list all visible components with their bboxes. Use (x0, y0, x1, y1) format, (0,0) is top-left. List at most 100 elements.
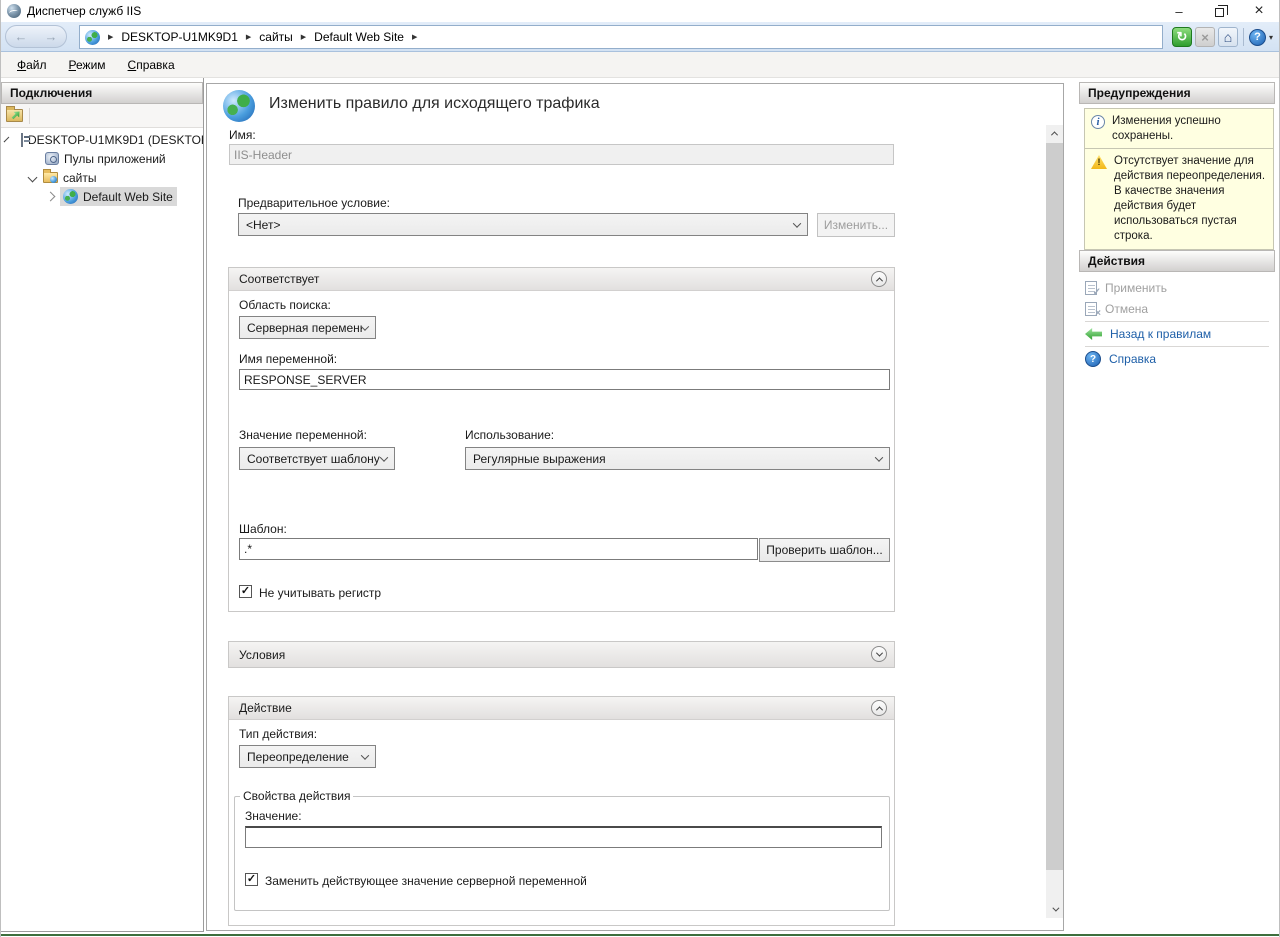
refresh-button[interactable]: ↻ (1172, 27, 1192, 47)
menu-help[interactable]: Справка (120, 55, 183, 75)
breadcrumb-default-web-site[interactable]: Default Web Site (314, 30, 404, 44)
chevron-down-icon (875, 453, 883, 461)
test-pattern-button[interactable]: Проверить шаблон... (759, 538, 890, 562)
toolbar-separator (1243, 28, 1244, 46)
scrollbar-thumb[interactable] (1046, 143, 1063, 870)
menu-view[interactable]: Режим (61, 55, 114, 75)
pattern-field[interactable] (239, 538, 758, 560)
scroll-down-button[interactable] (1046, 901, 1063, 918)
breadcrumb-arrow-icon: ▶ (246, 33, 251, 41)
tree-row-server[interactable]: DESKTOP-U1MK9D1 (DESKTOP (1, 130, 203, 149)
apply-action: ✓ Применить (1085, 278, 1275, 298)
help-action[interactable]: ? Справка (1085, 349, 1275, 369)
connections-panel: Подключения DESKTOP-U1MK9D1 (DESKTOP Пул… (1, 78, 204, 932)
variable-name-label: Имя переменной: (239, 352, 337, 366)
help-button[interactable]: ? (1249, 29, 1266, 46)
replace-value-checkbox[interactable]: ✓ (245, 873, 258, 886)
cancel-icon: × (1085, 302, 1097, 316)
back-to-rules-action[interactable]: Назад к правилам (1085, 324, 1275, 344)
tree-row-sites[interactable]: сайты (1, 168, 203, 187)
edit-precondition-button: Изменить... (817, 213, 895, 237)
address-bar[interactable]: ▶ DESKTOP-U1MK9D1 ▶ сайты ▶ Default Web … (79, 25, 1163, 49)
page-title: Изменить правило для исходящего трафика (269, 95, 600, 113)
menu-bar: Файл Режим Справка (1, 52, 1279, 78)
vertical-scrollbar[interactable] (1046, 125, 1063, 918)
expander-icon[interactable] (4, 137, 10, 143)
iis-app-icon (7, 4, 21, 18)
close-button[interactable]: × (1239, 0, 1279, 22)
tree-app-pools-label[interactable]: Пулы приложений (64, 152, 166, 166)
action-properties-group: Свойства действия Значение: ✓ Заменить д… (234, 789, 890, 911)
precondition-select[interactable]: <Нет> (238, 213, 808, 236)
warning-icon: ! (1091, 155, 1107, 169)
separator (1085, 346, 1269, 347)
home-icon: ⌂ (1224, 29, 1232, 45)
expander-icon[interactable] (28, 173, 38, 183)
scope-select[interactable]: Серверная переменн (239, 316, 376, 339)
chevron-up-icon (1051, 131, 1058, 138)
restore-button[interactable] (1199, 0, 1239, 22)
cancel-action: × Отмена (1085, 299, 1275, 319)
expander-icon[interactable] (46, 192, 56, 202)
edit-button-label: Изменить... (824, 218, 888, 232)
help-label[interactable]: Справка (1109, 352, 1156, 366)
action-properties-title: Свойства действия (240, 789, 353, 803)
minimize-button[interactable]: – (1159, 0, 1199, 22)
breadcrumb-arrow-icon: ▶ (412, 33, 417, 41)
forward-nav-button[interactable]: → (45, 29, 58, 44)
match-section-header[interactable]: Соответствует (229, 268, 894, 291)
replace-value-label: Заменить действующее значение серверной … (265, 874, 587, 888)
save-connection-icon[interactable] (6, 109, 23, 122)
action-section-header[interactable]: Действие (229, 697, 894, 720)
name-field (229, 144, 894, 165)
breadcrumb-sites[interactable]: сайты (259, 30, 293, 44)
cancel-label: Отмена (1105, 302, 1148, 316)
refresh-icon: ↻ (1177, 29, 1188, 45)
conditions-section-header[interactable]: Условия (229, 642, 894, 667)
warning-alert: ! Отсутствует значение для действия пере… (1084, 148, 1274, 250)
separator (1085, 321, 1269, 322)
variable-value-select[interactable]: Соответствует шаблону (239, 447, 395, 470)
expand-button[interactable] (871, 646, 887, 662)
minimize-icon: – (1175, 4, 1182, 19)
right-panel: Предупреждения i Изменения успешно сохра… (1079, 78, 1280, 932)
stop-icon: × (1201, 30, 1209, 45)
using-select[interactable]: Регулярные выражения (465, 447, 890, 470)
tree-row-app-pools[interactable]: Пулы приложений (1, 149, 203, 168)
chevron-up-icon (875, 706, 882, 713)
breadcrumb-arrow-icon: ▶ (301, 33, 306, 41)
collapse-button[interactable] (871, 271, 887, 287)
tree-row-default-web-site[interactable]: Default Web Site (1, 187, 203, 206)
help-icon: ? (1085, 351, 1101, 367)
help-caret-icon[interactable]: ▾ (1269, 33, 1273, 42)
variable-value-value: Соответствует шаблону (247, 452, 380, 466)
check-icon: ✓ (247, 874, 256, 885)
test-pattern-label: Проверить шаблон... (766, 543, 882, 557)
conditions-section-title: Условия (239, 648, 285, 662)
globe-icon (85, 30, 100, 45)
tree-sites-label[interactable]: сайты (63, 171, 97, 185)
pattern-label: Шаблон: (239, 522, 287, 536)
precondition-value: <Нет> (246, 218, 280, 232)
home-button[interactable]: ⌂ (1218, 27, 1238, 47)
menu-file[interactable]: Файл (9, 55, 55, 75)
variable-name-field[interactable] (239, 369, 890, 390)
chevron-down-icon (875, 649, 882, 656)
toolbar-separator (29, 108, 30, 124)
match-section: Соответствует Область поиска: Серверная … (228, 267, 895, 612)
action-type-select[interactable]: Переопределение (239, 745, 376, 768)
scroll-up-button[interactable] (1046, 125, 1063, 142)
ignore-case-checkbox[interactable]: ✓ (239, 585, 252, 598)
collapse-button[interactable] (871, 700, 887, 716)
breadcrumb-server[interactable]: DESKTOP-U1MK9D1 (121, 30, 237, 44)
title-bar: Диспетчер служб IIS – × (1, 0, 1279, 22)
info-icon: i (1091, 115, 1105, 129)
action-value-field[interactable] (245, 826, 882, 848)
tree-server-label[interactable]: DESKTOP-U1MK9D1 (DESKTOP (28, 133, 203, 147)
chevron-down-icon (361, 751, 369, 759)
tree-default-site-label[interactable]: Default Web Site (83, 190, 173, 204)
scope-value: Серверная переменн (247, 321, 362, 335)
back-nav-button[interactable]: ← (15, 29, 28, 44)
back-to-rules-label[interactable]: Назад к правилам (1110, 327, 1211, 341)
variable-value-label: Значение переменной: (239, 428, 367, 442)
